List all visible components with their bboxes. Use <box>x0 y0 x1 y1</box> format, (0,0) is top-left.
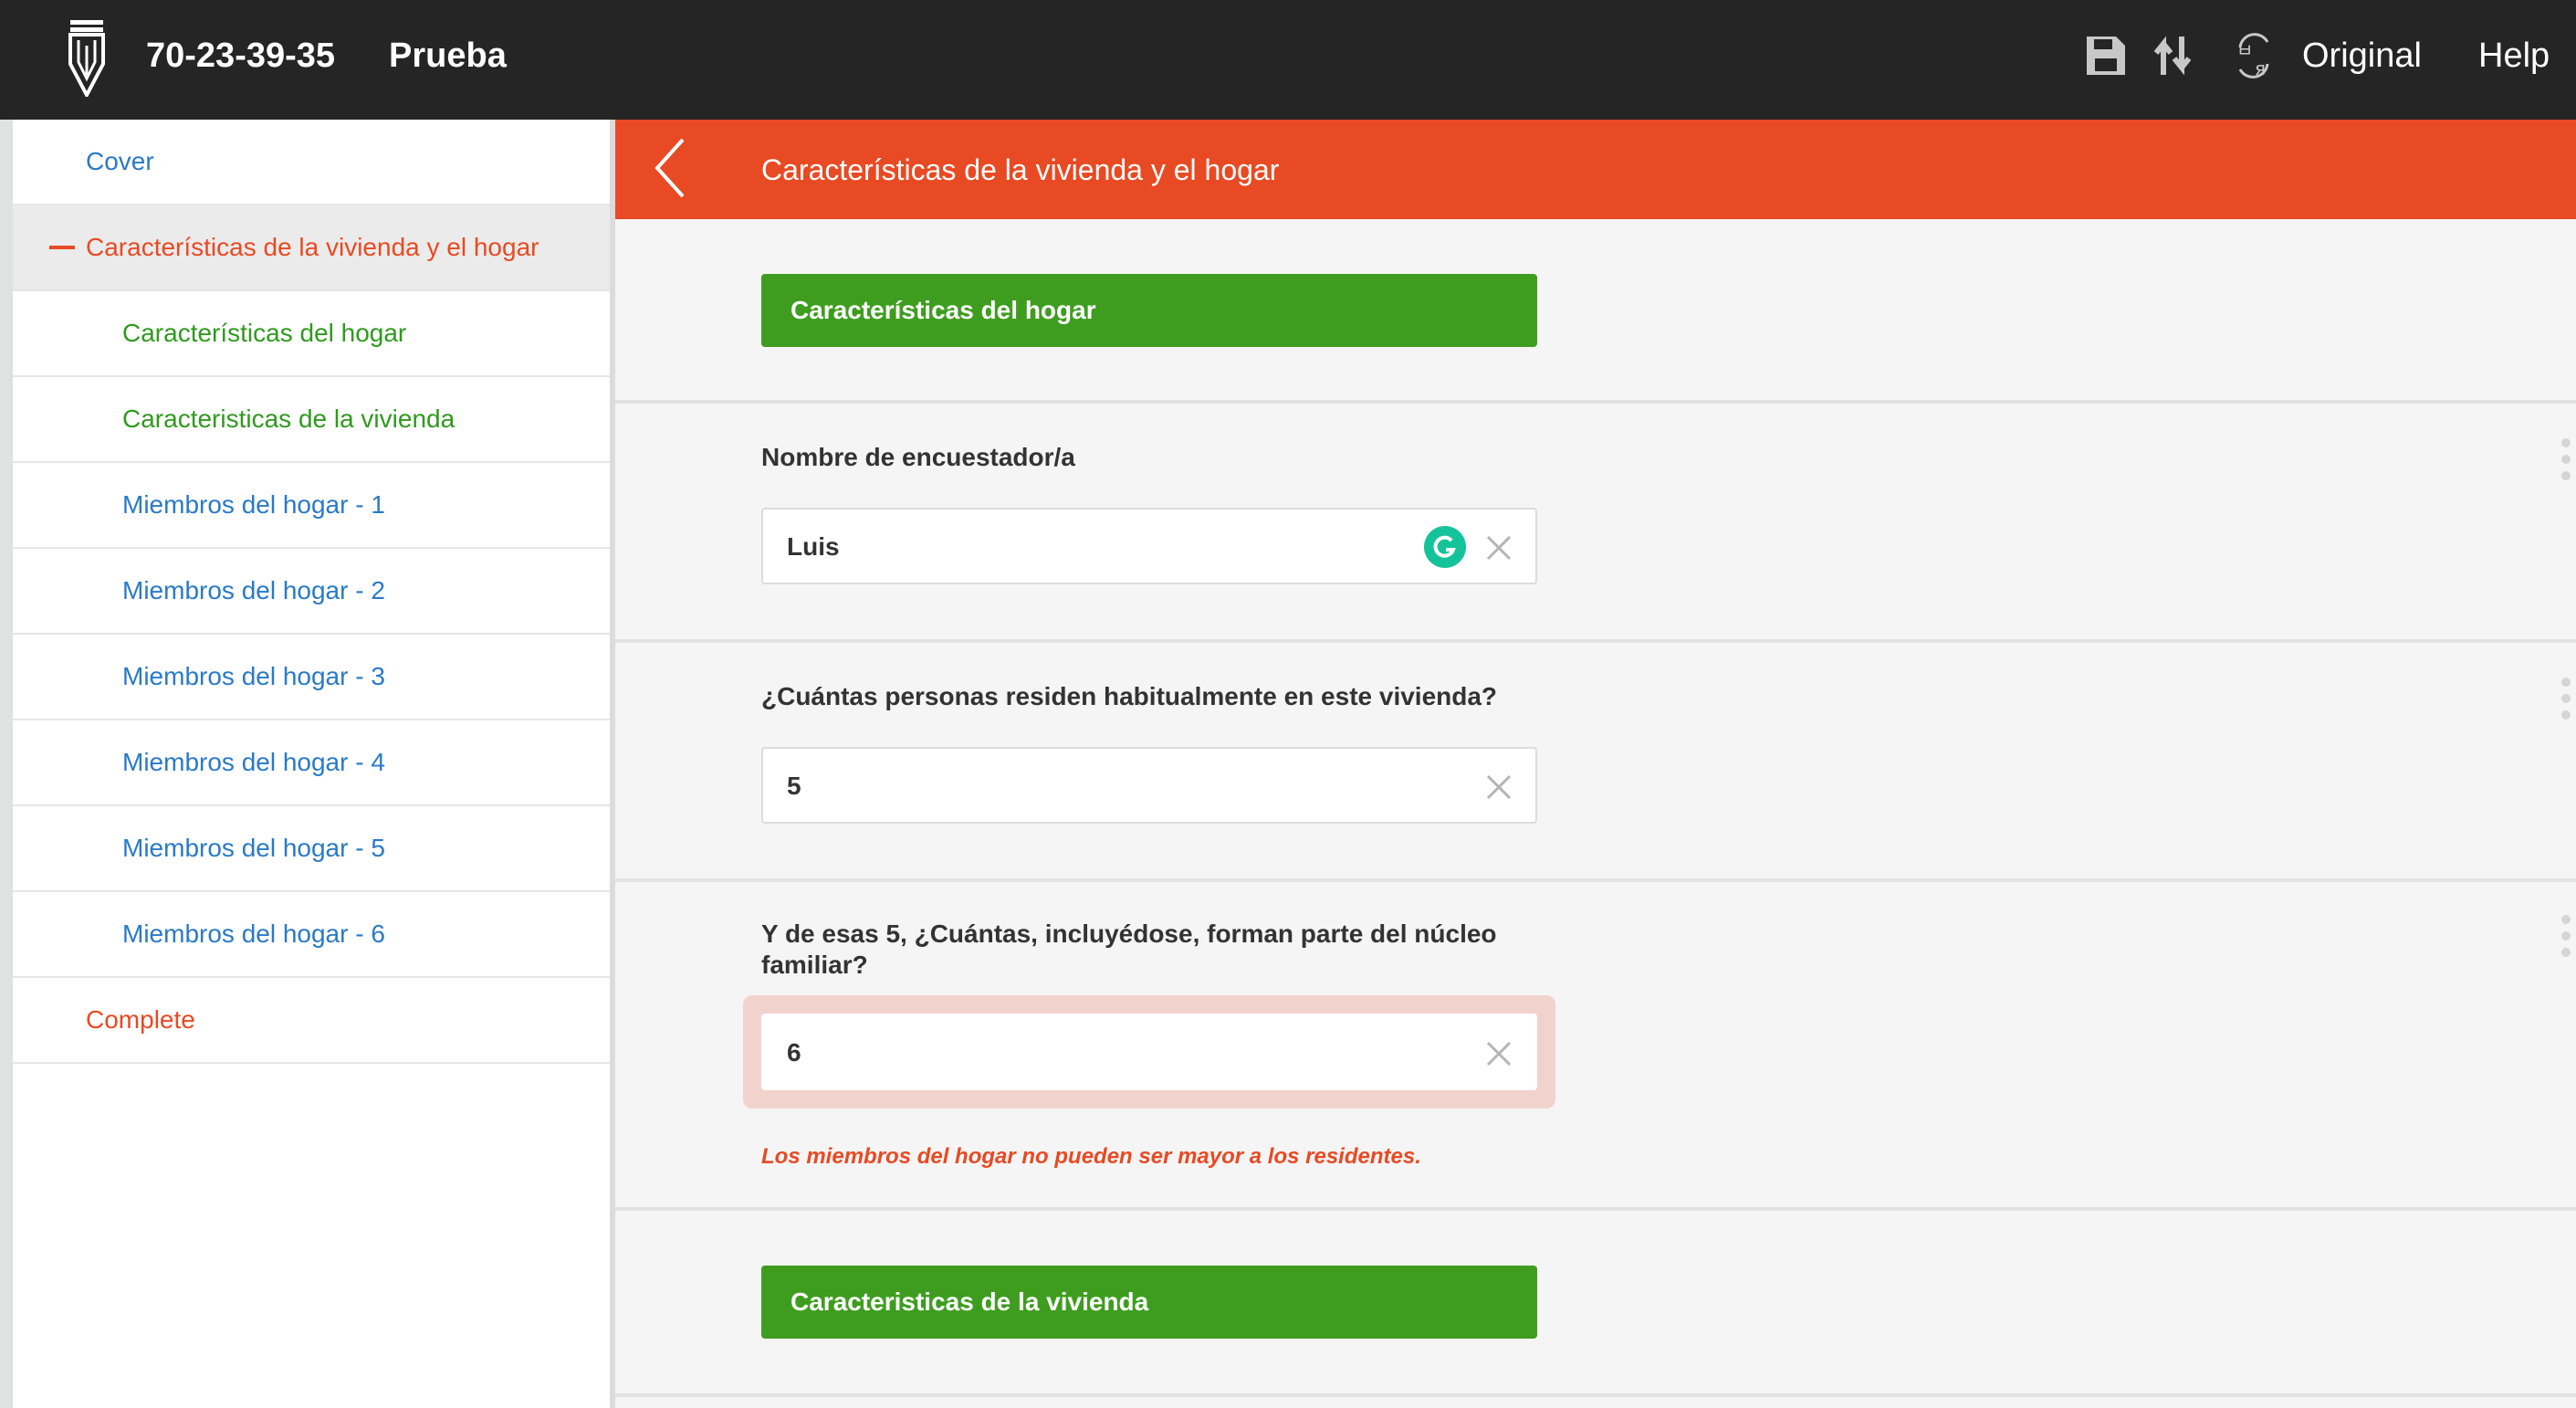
sidebar-item-caracteristicas-vivienda[interactable]: Caracteristicas de la vivienda <box>13 377 610 463</box>
expanded-dash-icon <box>49 246 75 249</box>
grammarly-icon[interactable] <box>1424 526 1466 568</box>
clear-icon[interactable] <box>1482 1037 1515 1070</box>
sidebar-item-caracteristicas-vivienda-hogar[interactable]: Características de la vivienda y el hoga… <box>13 205 610 291</box>
validation-error-message: Los miembros del hogar no pueden ser may… <box>761 1144 1421 1169</box>
save-icon[interactable] <box>2083 27 2129 82</box>
error-highlight: 6 <box>743 995 1555 1109</box>
sidebar-item-miembros-4[interactable]: Miembros del hogar - 4 <box>13 720 610 806</box>
sidebar-item-label: Miembros del hogar - 6 <box>122 919 385 948</box>
interview-id: 70-23-39-35 <box>146 37 336 75</box>
sidebar-item-miembros-2[interactable]: Miembros del hogar - 2 <box>13 549 610 635</box>
question-label-nucleo-familiar: Y de esas 5, ¿Cuántas, incluyédose, form… <box>761 919 1497 979</box>
section-title: Características de la vivienda y el hoga… <box>761 153 1280 186</box>
sidebar-item-label: Cover <box>86 147 154 175</box>
main-content: Características del hogar Nombre de encu… <box>615 219 2576 1408</box>
group-button-caracteristicas-hogar[interactable]: Características del hogar <box>761 274 1537 347</box>
sidebar: Cover Características de la vivienda y e… <box>13 120 610 1408</box>
sidebar-item-complete[interactable]: Complete <box>13 978 610 1064</box>
clear-icon[interactable] <box>1482 771 1515 804</box>
sort-icon[interactable] <box>2151 27 2196 82</box>
sidebar-edge <box>0 120 13 1408</box>
question-menu-icon[interactable] <box>2560 438 2571 484</box>
question-label-encuestador: Nombre de encuestador/a <box>761 443 1075 471</box>
divider <box>615 1207 2576 1211</box>
sidebar-item-label: Caracteristicas de la vivienda <box>122 405 456 433</box>
sidebar-item-label: Características del hogar <box>122 319 407 347</box>
chevron-left-icon[interactable] <box>650 136 696 200</box>
question-label-residentes: ¿Cuántas personas residen habitualmente … <box>761 682 1498 710</box>
help-link[interactable]: Help <box>2478 33 2550 79</box>
questionnaire-title: Prueba <box>389 37 507 75</box>
residentes-input[interactable]: 5 <box>761 747 1537 824</box>
language-selector[interactable]: Original <box>2302 33 2422 79</box>
sidebar-item-label: Miembros del hogar - 4 <box>122 748 385 776</box>
sidebar-item-caracteristicas-hogar[interactable]: Características del hogar <box>13 291 610 377</box>
nucleo-familiar-input[interactable]: 6 <box>761 1014 1537 1090</box>
divider <box>615 1393 2576 1397</box>
input-value: 6 <box>787 1038 801 1067</box>
sidebar-item-label: Miembros del hogar - 5 <box>122 834 385 862</box>
sidebar-item-miembros-1[interactable]: Miembros del hogar - 1 <box>13 463 610 549</box>
group-button-caracteristicas-vivienda[interactable]: Caracteristicas de la vivienda <box>761 1266 1537 1339</box>
svg-text:я: я <box>2255 58 2266 79</box>
divider <box>615 400 2576 404</box>
svg-text:ㅂ: ㅂ <box>2236 39 2253 61</box>
sidebar-item-label: Características de la vivienda y el hoga… <box>86 233 539 261</box>
sidebar-item-cover[interactable]: Cover <box>13 120 610 205</box>
clear-icon[interactable] <box>1482 531 1515 564</box>
sidebar-item-label: Miembros del hogar - 1 <box>122 490 385 519</box>
sidebar-item-label: Miembros del hogar - 3 <box>122 662 385 690</box>
section-header: Características de la vivienda y el hoga… <box>615 120 2576 219</box>
top-bar: 70-23-39-35 Prueba ㅂ я Original Help <box>0 0 2576 120</box>
sidebar-item-label: Miembros del hogar - 2 <box>122 576 385 604</box>
sidebar-item-label: Complete <box>86 1005 195 1034</box>
translate-icon[interactable]: ㅂ я <box>2231 27 2277 82</box>
divider <box>615 639 2576 643</box>
input-value: 5 <box>787 772 801 800</box>
sidebar-item-miembros-6[interactable]: Miembros del hogar - 6 <box>13 892 610 978</box>
question-menu-icon[interactable] <box>2560 678 2571 723</box>
input-value: Luis <box>787 532 840 561</box>
encuestador-input[interactable]: Luis <box>761 508 1537 584</box>
question-menu-icon[interactable] <box>2560 915 2571 961</box>
sidebar-item-miembros-3[interactable]: Miembros del hogar - 3 <box>13 635 610 720</box>
divider <box>615 878 2576 882</box>
sidebar-item-miembros-5[interactable]: Miembros del hogar - 5 <box>13 806 610 892</box>
pencil-logo-icon[interactable] <box>66 18 108 97</box>
